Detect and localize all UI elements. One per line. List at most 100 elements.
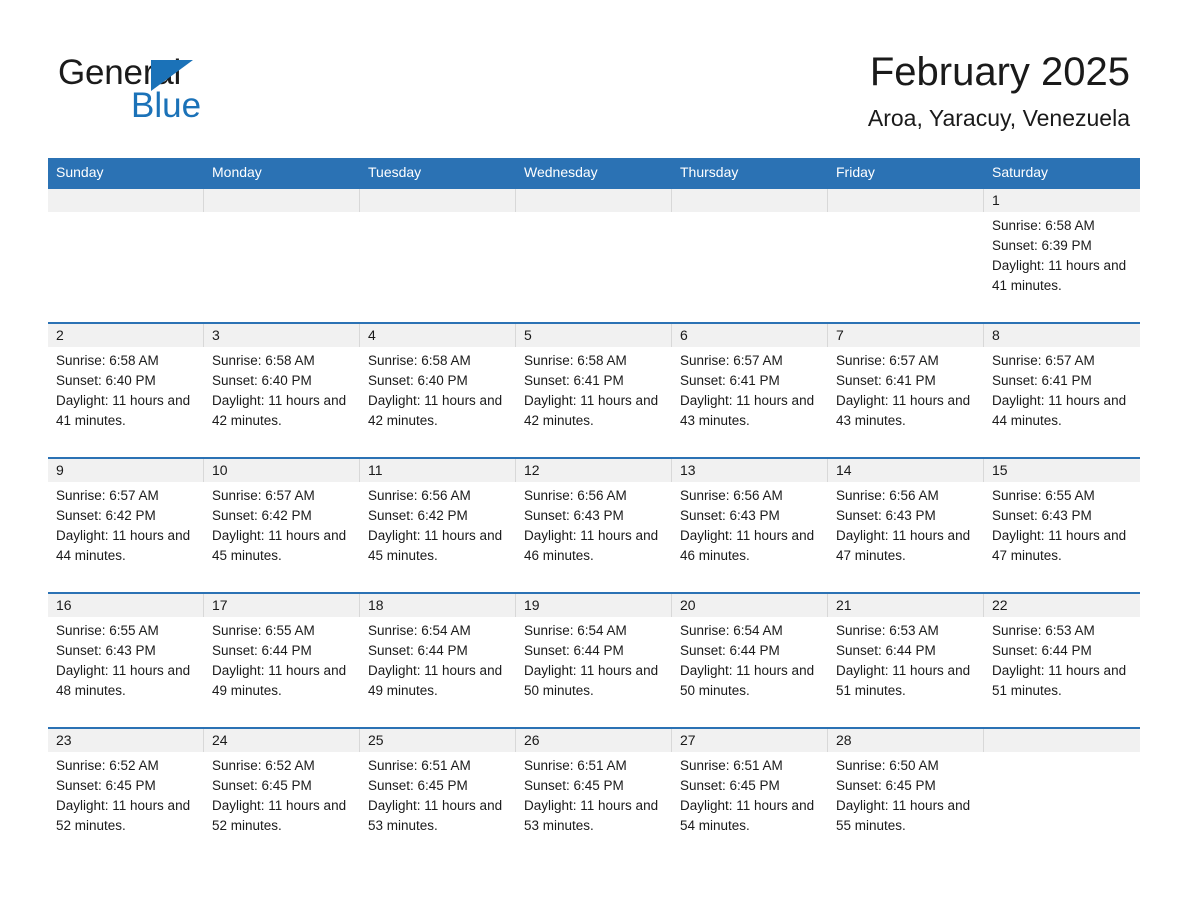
calendar-day-cell[interactable]: 19 Sunrise: 6:54 AM Sunset: 6:44 PM Dayligh… [516, 594, 672, 727]
sunrise-text: Sunrise: 6:54 AM [524, 623, 627, 638]
calendar-day-cell[interactable]: 2 Sunrise: 6:58 AM Sunset: 6:40 PM Daylight… [48, 324, 204, 457]
weekday-header-saturday: Saturday [992, 164, 1049, 180]
daylight-text: Daylight: 11 hours and 46 minutes. [680, 528, 815, 563]
calendar-day-cell[interactable]: 8 Sunrise: 6:57 AM Sunset: 6:41 PM Daylight… [984, 324, 1140, 457]
sunset-text: Sunset: 6:44 PM [836, 643, 936, 658]
sunset-text: Sunset: 6:45 PM [524, 778, 624, 793]
calendar-day-cell[interactable]: 26 Sunrise: 6:51 AM Sunset: 6:45 PM Dayligh… [516, 729, 672, 862]
day-details: Sunrise: 6:55 AM Sunset: 6:43 PM Daylight:… [48, 617, 204, 701]
weekday-header-sunday: Sunday [56, 164, 104, 180]
day-number: 15 [984, 459, 1140, 482]
page-header: General Blue February 2025 Aroa, Yaracuy… [0, 0, 1188, 158]
calendar-day-cell[interactable]: 9 Sunrise: 6:57 AM Sunset: 6:42 PM Daylight… [48, 459, 204, 592]
day-number [828, 189, 984, 212]
calendar-day-cell[interactable]: 16 Sunrise: 6:55 AM Sunset: 6:43 PM Dayligh… [48, 594, 204, 727]
sunset-text: Sunset: 6:42 PM [56, 508, 156, 523]
calendar-day-cell[interactable]: 28 Sunrise: 6:50 AM Sunset: 6:45 PM Dayligh… [828, 729, 984, 862]
calendar-weeks: 1 Sunrise: 6:58 AM Sunset: 6:39 PM Daylight… [48, 187, 1140, 862]
daylight-text: Daylight: 11 hours and 41 minutes. [992, 258, 1127, 293]
calendar-day-cell[interactable]: 18 Sunrise: 6:54 AM Sunset: 6:44 PM Dayligh… [360, 594, 516, 727]
day-details: Sunrise: 6:54 AM Sunset: 6:44 PM Daylight:… [516, 617, 672, 701]
day-number: 12 [516, 459, 672, 482]
calendar-day-cell[interactable]: 10 Sunrise: 6:57 AM Sunset: 6:42 PM Dayligh… [204, 459, 360, 592]
calendar-day-cell[interactable]: 14 Sunrise: 6:56 AM Sunset: 6:43 PM Dayligh… [828, 459, 984, 592]
daylight-text: Daylight: 11 hours and 50 minutes. [680, 663, 815, 698]
day-details: Sunrise: 6:58 AM Sunset: 6:41 PM Daylight:… [516, 347, 672, 431]
day-number: 22 [984, 594, 1140, 617]
day-number [984, 729, 1140, 752]
calendar-day-cell[interactable]: 23 Sunrise: 6:52 AM Sunset: 6:45 PM Dayligh… [48, 729, 204, 862]
day-number: 9 [48, 459, 204, 482]
day-number: 27 [672, 729, 828, 752]
sunset-text: Sunset: 6:41 PM [680, 373, 780, 388]
calendar-day-cell[interactable]: 21 Sunrise: 6:53 AM Sunset: 6:44 PM Dayligh… [828, 594, 984, 727]
day-details: Sunrise: 6:57 AM Sunset: 6:42 PM Daylight:… [48, 482, 204, 566]
sunrise-text: Sunrise: 6:55 AM [992, 488, 1095, 503]
calendar-day-cell[interactable]: 12 Sunrise: 6:56 AM Sunset: 6:43 PM Dayligh… [516, 459, 672, 592]
day-number: 11 [360, 459, 516, 482]
sunrise-text: Sunrise: 6:52 AM [212, 758, 315, 773]
day-details: Sunrise: 6:52 AM Sunset: 6:45 PM Daylight:… [48, 752, 204, 836]
calendar-day-cell[interactable]: 6 Sunrise: 6:57 AM Sunset: 6:41 PM Daylight… [672, 324, 828, 457]
weekday-header-row: Sunday Monday Tuesday Wednesday Thursday Frid… [48, 158, 1140, 187]
calendar-day-cell[interactable]: 5 Sunrise: 6:58 AM Sunset: 6:41 PM Daylight… [516, 324, 672, 457]
day-details: Sunrise: 6:57 AM Sunset: 6:41 PM Daylight:… [828, 347, 984, 431]
sunrise-text: Sunrise: 6:51 AM [524, 758, 627, 773]
calendar-day-cell[interactable]: 20 Sunrise: 6:54 AM Sunset: 6:44 PM Dayligh… [672, 594, 828, 727]
day-details: Sunrise: 6:56 AM Sunset: 6:43 PM Daylight:… [672, 482, 828, 566]
weekday-header-tuesday: Tuesday [368, 164, 422, 180]
calendar-day-cell-empty [360, 189, 516, 322]
calendar-day-cell[interactable]: 27 Sunrise: 6:51 AM Sunset: 6:45 PM Dayligh… [672, 729, 828, 862]
sunrise-text: Sunrise: 6:56 AM [368, 488, 471, 503]
sunrise-text: Sunrise: 6:56 AM [836, 488, 939, 503]
calendar-week-row: 23 Sunrise: 6:52 AM Sunset: 6:45 PM Dayligh… [48, 727, 1140, 862]
calendar-day-cell-empty [516, 189, 672, 322]
calendar-day-cell[interactable]: 13 Sunrise: 6:56 AM Sunset: 6:43 PM Dayligh… [672, 459, 828, 592]
day-details: Sunrise: 6:56 AM Sunset: 6:43 PM Daylight:… [516, 482, 672, 566]
sunset-text: Sunset: 6:45 PM [212, 778, 312, 793]
sunset-text: Sunset: 6:45 PM [680, 778, 780, 793]
calendar-day-cell[interactable]: 4 Sunrise: 6:58 AM Sunset: 6:40 PM Daylight… [360, 324, 516, 457]
day-details: Sunrise: 6:58 AM Sunset: 6:40 PM Daylight:… [360, 347, 516, 431]
calendar-day-cell[interactable]: 24 Sunrise: 6:52 AM Sunset: 6:45 PM Dayligh… [204, 729, 360, 862]
day-number: 24 [204, 729, 360, 752]
sunset-text: Sunset: 6:44 PM [680, 643, 780, 658]
calendar-day-cell-empty [672, 189, 828, 322]
generalblue-logo[interactable]: General Blue [58, 53, 378, 128]
daylight-text: Daylight: 11 hours and 52 minutes. [56, 798, 191, 833]
calendar-day-cell[interactable]: 1 Sunrise: 6:58 AM Sunset: 6:39 PM Daylight… [984, 189, 1140, 322]
sunset-text: Sunset: 6:44 PM [524, 643, 624, 658]
calendar-day-cell[interactable]: 7 Sunrise: 6:57 AM Sunset: 6:41 PM Daylight… [828, 324, 984, 457]
daylight-text: Daylight: 11 hours and 51 minutes. [992, 663, 1127, 698]
sunset-text: Sunset: 6:40 PM [212, 373, 312, 388]
daylight-text: Daylight: 11 hours and 47 minutes. [992, 528, 1127, 563]
daylight-text: Daylight: 11 hours and 45 minutes. [212, 528, 347, 563]
calendar-page: General Blue February 2025 Aroa, Yaracuy… [0, 0, 1188, 918]
sunrise-text: Sunrise: 6:51 AM [368, 758, 471, 773]
day-details: Sunrise: 6:55 AM Sunset: 6:43 PM Daylight:… [984, 482, 1140, 566]
sunrise-text: Sunrise: 6:58 AM [992, 218, 1095, 233]
sunset-text: Sunset: 6:45 PM [368, 778, 468, 793]
day-number [48, 189, 204, 212]
day-number: 5 [516, 324, 672, 347]
day-details: Sunrise: 6:58 AM Sunset: 6:40 PM Daylight:… [48, 347, 204, 431]
daylight-text: Daylight: 11 hours and 50 minutes. [524, 663, 659, 698]
calendar-day-cell[interactable]: 25 Sunrise: 6:51 AM Sunset: 6:45 PM Dayligh… [360, 729, 516, 862]
sunset-text: Sunset: 6:41 PM [524, 373, 624, 388]
day-number: 1 [984, 189, 1140, 212]
calendar-day-cell[interactable]: 22 Sunrise: 6:53 AM Sunset: 6:44 PM Dayligh… [984, 594, 1140, 727]
day-number [516, 189, 672, 212]
day-number: 25 [360, 729, 516, 752]
day-details: Sunrise: 6:57 AM Sunset: 6:41 PM Daylight:… [984, 347, 1140, 431]
day-details: Sunrise: 6:55 AM Sunset: 6:44 PM Daylight:… [204, 617, 360, 701]
calendar-day-cell[interactable]: 3 Sunrise: 6:58 AM Sunset: 6:40 PM Daylight… [204, 324, 360, 457]
logo-text-blue: Blue [131, 86, 202, 125]
sunset-text: Sunset: 6:44 PM [212, 643, 312, 658]
weekday-header-wednesday: Wednesday [524, 164, 598, 180]
calendar-grid: Sunday Monday Tuesday Wednesday Thursday Frid… [48, 158, 1140, 862]
calendar-day-cell[interactable]: 11 Sunrise: 6:56 AM Sunset: 6:42 PM Dayligh… [360, 459, 516, 592]
calendar-day-cell[interactable]: 17 Sunrise: 6:55 AM Sunset: 6:44 PM Dayligh… [204, 594, 360, 727]
calendar-day-cell[interactable]: 15 Sunrise: 6:55 AM Sunset: 6:43 PM Dayligh… [984, 459, 1140, 592]
day-number: 17 [204, 594, 360, 617]
sunrise-text: Sunrise: 6:54 AM [680, 623, 783, 638]
